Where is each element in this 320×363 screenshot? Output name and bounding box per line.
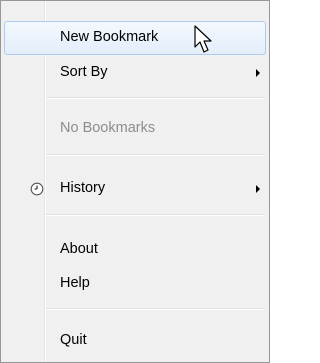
menu-item-label: Quit [60,332,87,348]
clock-icon [30,182,44,196]
menu-separator [46,308,265,310]
menu-item-label: Sort By [60,64,108,80]
context-menu: New Bookmark Sort By No Bookmarks Histor… [0,0,270,363]
menu-item-help[interactable]: Help [4,267,266,301]
menu-separator [46,97,265,99]
submenu-arrow-icon [256,69,260,77]
menu-item-label: New Bookmark [60,29,159,45]
menu-item-label: History [60,180,106,196]
menu-item-new-bookmark[interactable]: New Bookmark [4,21,266,55]
mouse-pointer-icon [194,25,212,53]
menu-item-label: Help [60,275,90,291]
menu-item-quit[interactable]: Quit [4,324,266,358]
menu-item-history[interactable]: History [4,172,266,206]
menu-item-sort-by[interactable]: Sort By [4,56,266,90]
menu-item-label: About [60,241,98,257]
menu-separator [46,154,265,156]
submenu-arrow-icon [256,185,260,193]
menu-item-about[interactable]: About [4,233,266,267]
menu-item-no-bookmarks: No Bookmarks [4,112,266,146]
menu-separator [46,214,265,216]
menu-item-label: No Bookmarks [60,120,156,136]
